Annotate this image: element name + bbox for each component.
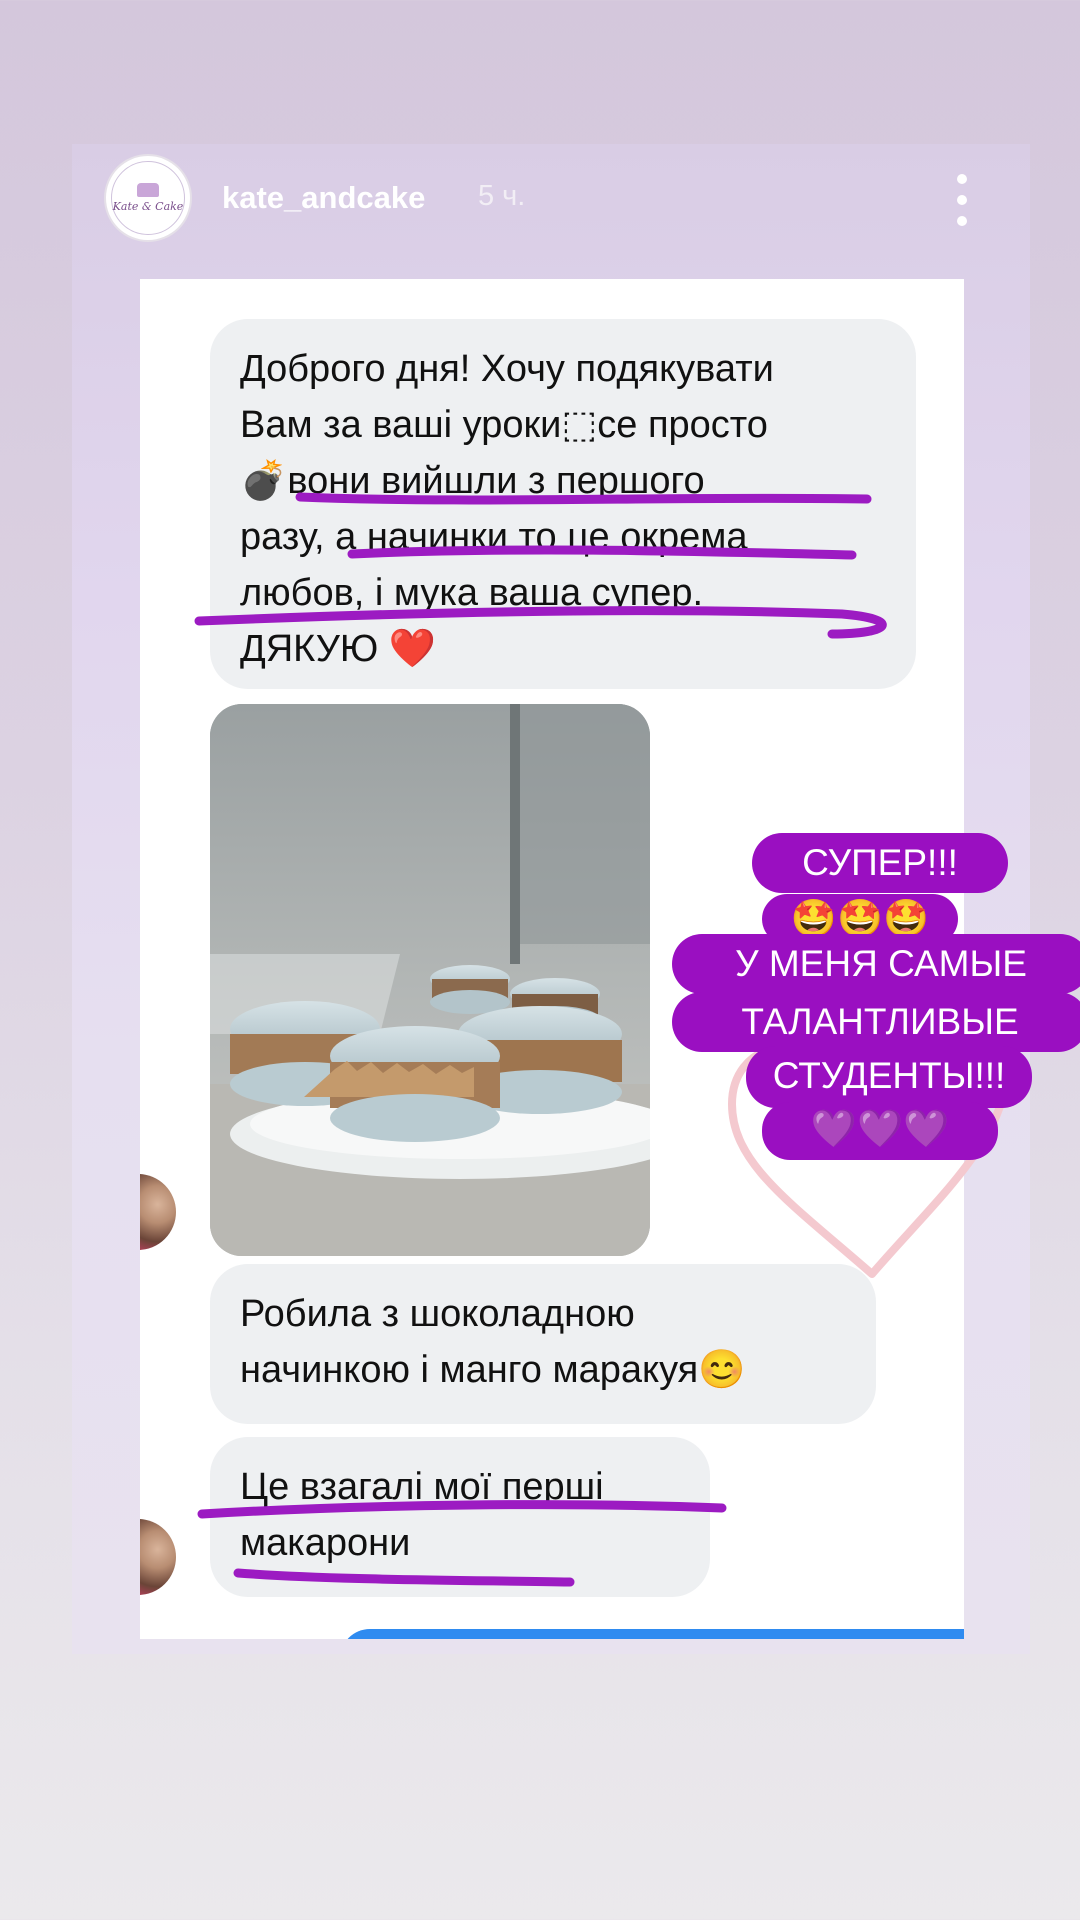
sticker-line: У МЕНЯ САМЫЕ: [672, 934, 1080, 994]
message-line: 💣вони вийшли з першого: [240, 460, 705, 502]
username[interactable]: kate_andcake: [222, 180, 425, 216]
message-line: любов, і мука ваша супер.: [240, 572, 704, 614]
message-bubble-filling: Робила з шоколадною начинкою і манго мар…: [210, 1264, 876, 1424]
sender-avatar[interactable]: [140, 1174, 176, 1250]
story-frame: Kate & Cake kate_andcake 5 ч. Доброго дн…: [72, 144, 1080, 1654]
message-line: разу, а начинки то це окрема: [240, 516, 748, 558]
cake-icon: [137, 183, 159, 197]
message-line: макарони: [240, 1522, 411, 1564]
sticker-line: СУПЕР!!!: [752, 833, 1008, 893]
sticker-line: ТАЛАНТЛИВЫЕ: [672, 992, 1080, 1052]
message-bubble-thanks: Доброго дня! Хочу подякувати Вам за ваші…: [210, 319, 916, 689]
message-line: Це взагалі мої перші: [240, 1466, 604, 1508]
macarons-photo: [210, 704, 650, 1256]
blue-message-edge: [340, 1629, 964, 1639]
message-line: ДЯКУЮ ❤️: [240, 628, 437, 670]
message-line: Робила з шоколадною: [240, 1293, 635, 1335]
kate-and-cake-logo: Kate & Cake: [111, 161, 185, 235]
profile-avatar[interactable]: Kate & Cake: [106, 156, 190, 240]
story-header: Kate & Cake kate_andcake 5 ч.: [72, 144, 1030, 254]
post-time: 5 ч.: [478, 180, 526, 212]
logo-text: Kate & Cake: [112, 200, 184, 213]
sticker-line: 💜💜💜: [762, 1102, 998, 1160]
sticker-line: СТУДЕНТЫ!!!: [746, 1046, 1032, 1108]
message-line: Доброго дня! Хочу подякувати: [240, 348, 774, 390]
more-options-icon[interactable]: [952, 174, 972, 226]
macarons-image: [210, 704, 650, 1256]
message-bubble-first-macarons: Це взагалі мої перші макарони: [210, 1437, 710, 1597]
sender-avatar[interactable]: [140, 1519, 176, 1595]
message-line: Вам за ваші уроки⬚ce просто: [240, 404, 768, 446]
message-line: начинкою і манго маракуя😊: [240, 1349, 746, 1391]
